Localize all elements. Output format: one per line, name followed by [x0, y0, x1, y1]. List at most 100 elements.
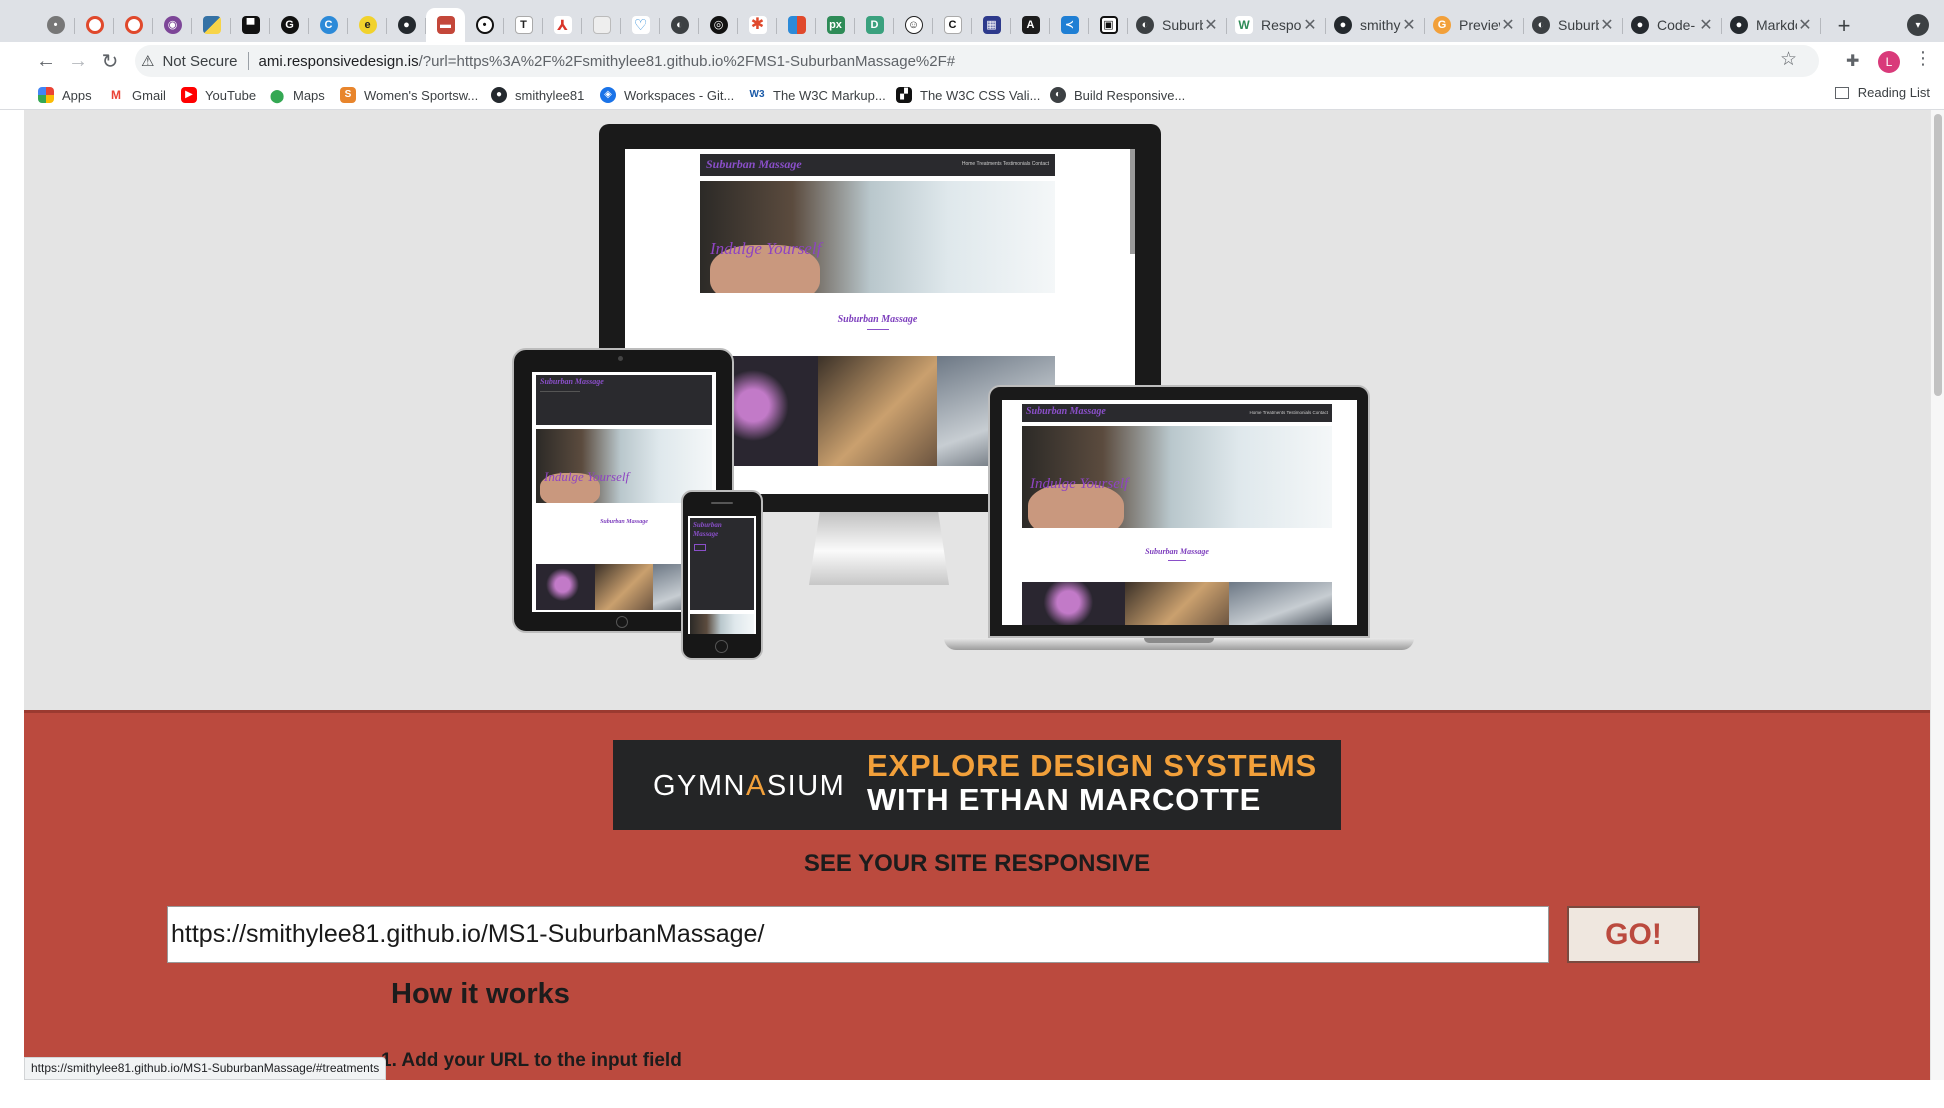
tab[interactable]: ◐ Suburban✕ [1128, 8, 1227, 42]
tab-search-icon[interactable]: ▾ [1907, 14, 1929, 36]
pinned-tab[interactable] [192, 8, 231, 42]
extensions-icon[interactable]: ✚ [1846, 51, 1859, 71]
tab-strip: • ◉ ▀ G C e ● ▬ • T ⅄ ♡ ◐ ◎ ✱ px D ☺ C ▦… [0, 0, 1944, 48]
bookmark-womens[interactable]: S Women's Sportsw... [340, 85, 478, 105]
tab[interactable]: ● smithylee81✕ [1326, 8, 1425, 42]
pinned-tab[interactable]: ◐ [660, 8, 699, 42]
pinned-tab[interactable]: C [309, 8, 348, 42]
bookmark-w3c-css[interactable]: ▞ The W3C CSS Vali... [896, 85, 1040, 105]
pinned-tab[interactable]: ◉ [153, 8, 192, 42]
pinned-tab[interactable] [582, 8, 621, 42]
close-icon[interactable]: ✕ [1302, 15, 1318, 35]
pinned-tab[interactable]: C [933, 8, 972, 42]
mock-hero-text: Indulge Yourself [544, 469, 630, 484]
tab[interactable]: G Preview✕ [1425, 8, 1524, 42]
go-button[interactable]: GO! [1567, 906, 1700, 963]
ad-logo: GYMNASIUM [653, 770, 845, 803]
mock-nav-links: Home Treatments Testimonials Contact [961, 161, 1049, 167]
bookmark-apps[interactable]: Apps [38, 85, 92, 105]
pinned-tab[interactable]: e [348, 8, 387, 42]
pinned-tab[interactable]: ⅄ [543, 8, 582, 42]
tab-title: Suburban [1162, 17, 1203, 33]
hat-icon: ▀ [241, 16, 260, 34]
gymnasium-ad-banner[interactable]: GYMNASIUM EXPLORE DESIGN SYSTEMS WITH ET… [613, 740, 1341, 830]
pinned-tab[interactable]: ● [387, 8, 426, 42]
pinned-tab[interactable]: A [1011, 8, 1050, 42]
pinned-tab[interactable]: G [270, 8, 309, 42]
pinned-tab[interactable]: D [855, 8, 894, 42]
mock-brand: Suburban Massage [540, 377, 604, 386]
tab[interactable]: W Responsive✕ [1227, 8, 1326, 42]
pinned-tab[interactable]: ♡ [621, 8, 660, 42]
warning-icon[interactable]: ⚠ [141, 52, 154, 70]
tab[interactable]: ● Markdown✕ [1722, 8, 1821, 42]
bookmark-gitpod[interactable]: ◈ Workspaces - Git... [600, 85, 734, 105]
avatar[interactable]: L [1878, 51, 1900, 73]
pinned-tab[interactable]: • [465, 8, 504, 42]
bookmark-label: The W3C Markup... [773, 87, 886, 103]
bookmark-label: YouTube [205, 87, 257, 103]
new-tab-button[interactable]: + [1830, 12, 1858, 40]
tab[interactable]: ● Code- ✕ [1623, 8, 1722, 42]
bookmark-maps[interactable]: ⬤ Maps [269, 85, 325, 105]
image-icon [592, 16, 611, 34]
bookmark-github[interactable]: ● smithylee81 [491, 85, 584, 105]
mock-gallery [1022, 582, 1332, 625]
pinned-tab[interactable]: ☺ [894, 8, 933, 42]
url-input[interactable] [167, 906, 1549, 963]
close-icon[interactable]: ✕ [1500, 15, 1516, 35]
pinned-tab[interactable]: ▀ [231, 8, 270, 42]
mock-navbar: Suburban Massage [536, 375, 712, 425]
ad-logo-text: SIUM [766, 770, 846, 802]
globe-icon: ◐ [1050, 87, 1066, 103]
section-heading: SEE YOUR SITE RESPONSIVE [803, 850, 1151, 877]
close-icon[interactable]: ✕ [1599, 15, 1615, 35]
scrollbar-thumb[interactable] [1934, 114, 1942, 396]
pinned-tab[interactable] [75, 8, 114, 42]
mock-hero-text: Indulge Yourself [710, 239, 822, 258]
monitor-stand [809, 509, 949, 585]
pinned-tab[interactable]: ◎ [699, 8, 738, 42]
url-host[interactable]: ami.responsivedesign.is [259, 53, 419, 70]
pinned-tab[interactable]: ✱ [738, 8, 777, 42]
mock-hero-image: Indulge Yourself [700, 181, 1055, 293]
forward-icon[interactable]: → [64, 47, 92, 75]
bookmark-build-responsive[interactable]: ◐ Build Responsive... [1050, 85, 1185, 105]
pinned-tab[interactable]: ▣ [1089, 8, 1128, 42]
bookmark-star-icon[interactable]: ☆ [1780, 48, 1797, 71]
url-path[interactable]: /?url=https%3A%2F%2Fsmithylee81.github.i… [419, 53, 956, 70]
bookmark-label: smithylee81 [515, 87, 585, 103]
address-bar[interactable]: ⚠ Not Secure ami.responsivedesign.is /?u… [135, 45, 1819, 77]
acrobat-icon: ⅄ [553, 16, 572, 34]
bookmark-youtube[interactable]: ▶ YouTube [181, 85, 256, 105]
close-icon[interactable]: ✕ [1797, 15, 1813, 35]
heart-icon: ♡ [631, 16, 650, 34]
device-mockup-area: Suburban Massage Home Treatments Testimo… [24, 110, 1930, 710]
tab[interactable]: ◐ Suburban✕ [1524, 8, 1623, 42]
close-icon[interactable]: ✕ [1698, 15, 1714, 35]
vertical-scrollbar[interactable] [1930, 110, 1944, 1080]
pinned-tab[interactable]: T [504, 8, 543, 42]
laptop-mockup: Suburban Massage Home Treatments Testimo… [944, 385, 1414, 653]
pinned-tab[interactable]: ≺ [1050, 8, 1089, 42]
reading-list-button[interactable]: Reading List [1834, 85, 1930, 100]
codeinstitute-icon: C [319, 16, 338, 34]
reload-icon[interactable]: ↻ [96, 47, 124, 75]
pinned-tab[interactable]: ▦ [972, 8, 1011, 42]
close-icon[interactable]: ✕ [1203, 15, 1219, 35]
pinned-tab-active[interactable]: ▬ [426, 8, 465, 42]
pinned-tab[interactable] [777, 8, 816, 42]
pinned-tab[interactable]: px [816, 8, 855, 42]
bookmark-gmail[interactable]: M Gmail [108, 85, 166, 105]
instruction-step-1: 1. Add your URL to the input field [381, 1050, 682, 1071]
box-icon: A [1021, 16, 1040, 34]
back-icon[interactable]: ← [32, 47, 60, 75]
bookmark-label: Workspaces - Git... [624, 87, 735, 103]
pinned-tab[interactable]: • [36, 8, 75, 42]
divider [247, 52, 249, 70]
bookmark-w3c-markup[interactable]: W3 The W3C Markup... [749, 85, 886, 105]
not-secure-label[interactable]: Not Secure [162, 53, 237, 70]
menu-icon[interactable]: ⋮ [1914, 48, 1932, 69]
close-icon[interactable]: ✕ [1401, 15, 1417, 35]
pinned-tab[interactable] [114, 8, 153, 42]
